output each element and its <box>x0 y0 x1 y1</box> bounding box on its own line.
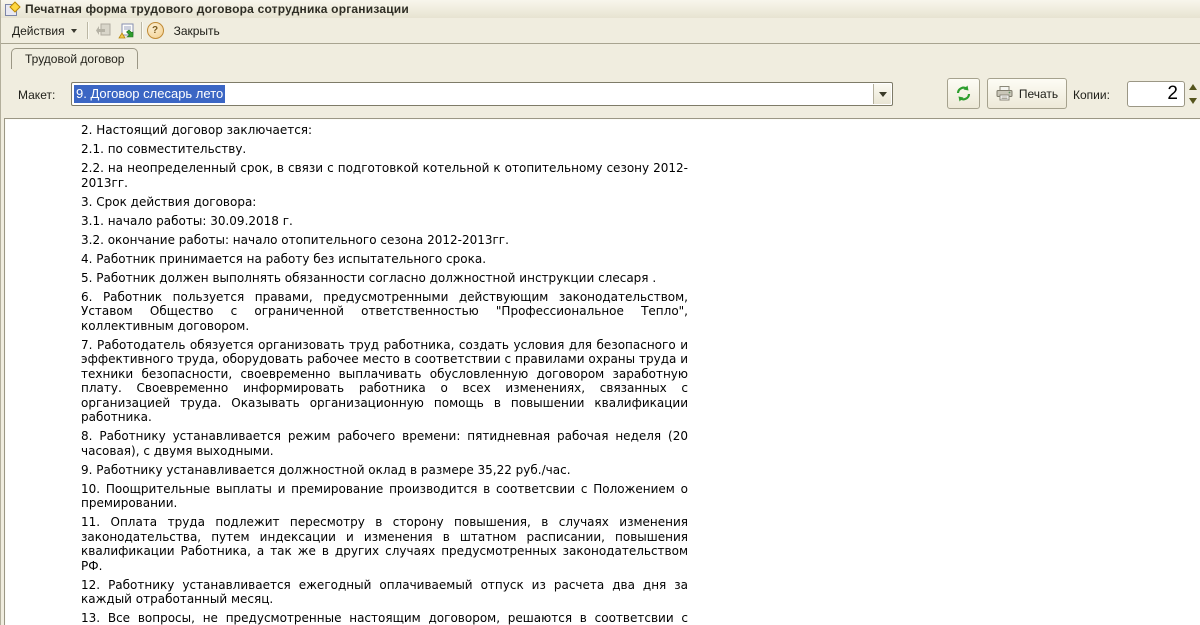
help-icon[interactable]: ? <box>147 22 164 39</box>
toolbar-separator <box>87 22 89 39</box>
go-back-disabled-icon <box>95 22 113 39</box>
toolbar: Действия ? Закрыть <box>1 18 1200 44</box>
close-button-label: Закрыть <box>174 24 220 38</box>
layout-combobox-value: 9. Договор слесарь лето <box>74 85 225 103</box>
actions-button-label: Действия <box>12 24 65 38</box>
document-paragraph: 4. Работник принимается на работу без ис… <box>81 252 688 267</box>
document-paragraph: 7. Работодатель обязуется организовать т… <box>81 338 688 425</box>
controls-row: Макет: 9. Договор слесарь лето <box>1 68 1200 118</box>
document-paragraph: 12. Работнику устанавливается ежегодный … <box>81 578 688 607</box>
document-paragraph: 11. Оплата труда подлежит пересмотру в с… <box>81 515 688 573</box>
print-button-label: Печать <box>1019 87 1058 101</box>
tab-trudovoy-dogovor[interactable]: Трудовой договор <box>11 48 138 69</box>
document-paragraph: 3.1. начало работы: 30.09.2018 г. <box>81 214 688 229</box>
reread-layout-icon[interactable] <box>117 22 135 39</box>
document-paragraph: 13. Все вопросы, не предусмотренные наст… <box>81 611 688 625</box>
document-paragraph: 6. Работник пользуется правами, предусмо… <box>81 290 688 334</box>
document-paragraph: 2.2. на неопределенный срок, в связи с п… <box>81 161 688 190</box>
document-paragraph: 9. Работнику устанавливается должностной… <box>81 463 688 478</box>
refresh-icon <box>955 85 972 102</box>
window-title: Печатная форма трудового договора сотруд… <box>25 2 409 16</box>
refresh-button[interactable] <box>947 78 980 109</box>
close-button[interactable]: Закрыть <box>168 21 226 41</box>
document-paragraph: 2.1. по совместительству. <box>81 142 688 157</box>
form-icon <box>5 3 19 16</box>
actions-caret-icon <box>71 29 77 33</box>
toolbar-separator <box>141 22 143 39</box>
copies-input[interactable]: 2 <box>1127 81 1185 107</box>
document-paragraph: 2. Настоящий договор заключается: <box>81 123 688 138</box>
printer-icon <box>996 86 1013 101</box>
tab-strip: Трудовой договор <box>1 43 1200 68</box>
copies-spinner[interactable] <box>1187 81 1199 107</box>
document-paragraph: 3.2. окончание работы: начало отопительн… <box>81 233 688 248</box>
document-paragraph: 3. Срок действия договора: <box>81 195 688 210</box>
document-preview[interactable]: 2. Настоящий договор заключается: 2.1. по… <box>4 118 1200 625</box>
contract-text: 2. Настоящий договор заключается: 2.1. по… <box>81 123 688 625</box>
layout-label: Макет: <box>18 88 55 102</box>
layout-combobox[interactable]: 9. Договор слесарь лето <box>71 82 893 106</box>
chevron-down-icon <box>879 92 887 97</box>
title-bar: Печатная форма трудового договора сотруд… <box>1 0 1200 19</box>
actions-button[interactable]: Действия <box>6 21 83 41</box>
print-form-window: Печатная форма трудового договора сотруд… <box>0 0 1200 625</box>
document-paragraph: 5. Работник должен выполнять обязанности… <box>81 271 688 286</box>
combobox-dropdown-button[interactable] <box>873 84 891 104</box>
spinner-down-icon[interactable] <box>1189 98 1197 104</box>
document-paragraph: 10. Поощрительные выплаты и премирование… <box>81 482 688 511</box>
print-button[interactable]: Печать <box>987 78 1067 109</box>
spinner-up-icon[interactable] <box>1189 84 1197 90</box>
document-paragraph: 8. Работнику устанавливается режим рабоч… <box>81 429 688 458</box>
tab-label: Трудовой договор <box>25 52 124 66</box>
copies-label: Копии: <box>1073 88 1110 102</box>
